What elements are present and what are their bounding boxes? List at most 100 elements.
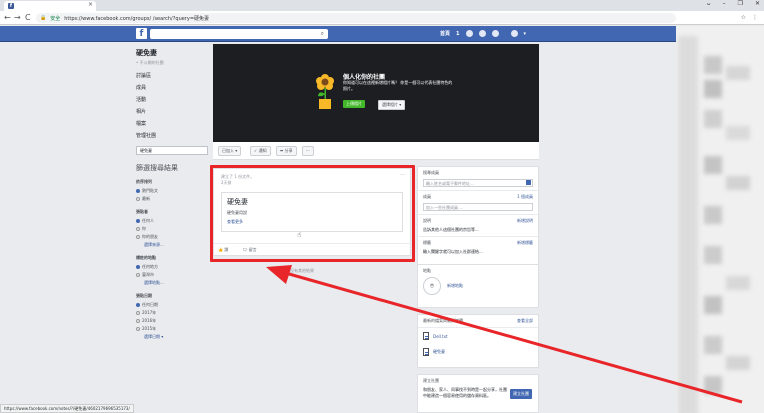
nav-members[interactable]: 成員 <box>136 82 208 94</box>
member-search-placeholder: 輸入姓名或電子郵件地址... <box>426 181 474 186</box>
window-maximize-icon[interactable]: ❐ <box>738 0 743 7</box>
file-item[interactable]: 硬免妻 <box>418 344 538 360</box>
group-privacy: • 不公開的社團 <box>136 60 164 65</box>
filter-heading: 標註的地點 <box>136 255 156 260</box>
radio-icon[interactable] <box>136 311 140 315</box>
back-icon[interactable]: ← <box>4 13 11 22</box>
radio-icon[interactable] <box>136 197 140 201</box>
more-button[interactable]: ··· <box>302 146 314 156</box>
nav-discussion[interactable]: 討論區 <box>136 70 208 82</box>
share-button[interactable]: ➦ 分享 <box>276 146 297 156</box>
upload-photo-button[interactable]: 上傳相片 <box>343 100 365 108</box>
member-search-row: 搜尋成員 輸入姓名或電子郵件地址... <box>418 167 538 191</box>
reload-icon[interactable]: C <box>25 13 31 22</box>
filter-heading: 依序排列 <box>136 179 152 184</box>
filter-option-label: 2017年 <box>142 310 157 315</box>
filter-option[interactable]: 熱門貼文 <box>136 187 208 195</box>
location-label: 地點 <box>423 268 431 273</box>
radio-icon[interactable] <box>136 303 140 307</box>
filter-option-label: 任何地方 <box>142 264 158 269</box>
filter-group: 依序排列熱門貼文 最新 <box>136 179 208 203</box>
radio-icon[interactable] <box>136 219 140 223</box>
notifications-icon[interactable] <box>491 30 499 37</box>
add-tags-link[interactable]: 新增標籤 <box>517 240 533 246</box>
filter-option-label: 選擇日期 ▾ <box>144 334 164 339</box>
create-group-button[interactable]: 建立社團 <box>510 389 532 399</box>
group-search-input[interactable]: 硬免妻 <box>136 146 208 155</box>
radio-icon[interactable] <box>136 265 140 269</box>
member-search-label: 搜尋成員 <box>423 170 439 175</box>
members-box: 搜尋成員 輸入姓名或電子郵件地址... 成員 1 個成員 加入一些社團成員 ..… <box>417 166 539 266</box>
help-icon[interactable] <box>510 30 518 37</box>
location-box: 地點 ⌾ 新增地點 <box>417 264 539 308</box>
search-icon[interactable]: ⌕ <box>321 30 324 38</box>
filter-option[interactable]: 選擇日期 ▾ <box>136 333 208 341</box>
radio-icon[interactable] <box>136 273 140 277</box>
document-icon <box>423 348 429 356</box>
nav-files[interactable]: 檔案 <box>136 118 208 130</box>
facebook-search-input[interactable]: ⌕ <box>150 29 328 39</box>
nav-photos[interactable]: 相片 <box>136 106 208 118</box>
radio-icon[interactable] <box>136 319 140 323</box>
flower-illustration-icon <box>316 74 334 109</box>
filter-option[interactable]: 選擇來源... <box>136 241 208 249</box>
group-name[interactable]: 硬免妻 <box>136 48 208 58</box>
highlight-box <box>210 165 415 262</box>
radio-icon[interactable] <box>136 227 140 231</box>
nav-manage-group[interactable]: 管理社團 <box>136 130 208 142</box>
account-menu-icon[interactable]: ▾ <box>524 31 527 37</box>
filter-option[interactable]: 你 <box>136 225 208 233</box>
browser-menu-icon[interactable]: ⋮ <box>752 14 758 21</box>
facebook-logo-icon[interactable]: f <box>136 28 147 39</box>
filter-option[interactable]: 選擇地點... <box>136 279 208 287</box>
filters: 依序排列 熱門貼文 最新 張貼者 任何人你你的朋友 選擇來源... 標註的地點 任何地方 臺灣市… <box>136 179 208 341</box>
add-description-link[interactable]: 新增說明 <box>517 218 533 224</box>
filter-option[interactable]: 臺灣市 <box>136 271 208 279</box>
file-name[interactable]: Dell.txt <box>433 334 448 339</box>
create-group-row: 建立社團 和朋友、家人、同事找不到時是一起分享，社團中能建造一個容易使用的儲存資… <box>418 375 538 402</box>
add-member-input[interactable]: 加入一些社團成員 ... <box>423 203 533 211</box>
home-link[interactable]: 首頁 <box>440 30 450 37</box>
file-item[interactable]: Dell.txt <box>418 328 538 344</box>
filter-option[interactable]: 最新 <box>136 195 208 203</box>
window-user-icon[interactable]: ᴗ <box>707 0 711 7</box>
filter-option-label: 你的朋友 <box>142 234 158 239</box>
see-all-files-link[interactable]: 查看全部 <box>517 318 533 324</box>
joined-button[interactable]: 已加入 ▾ <box>218 146 242 156</box>
filter-option[interactable]: 2016年 <box>136 317 208 325</box>
filter-option[interactable]: 2017年 <box>136 309 208 317</box>
member-search-input[interactable]: 輸入姓名或電子郵件地址... <box>423 179 533 187</box>
filter-option[interactable]: 任何人 <box>136 217 208 225</box>
filter-option[interactable]: 你的朋友 <box>136 233 208 241</box>
search-icon[interactable] <box>526 180 531 185</box>
filter-option[interactable]: 2015年 <box>136 325 208 333</box>
choose-photo-button[interactable]: 選擇相片 ▾ <box>378 100 406 110</box>
tags-row: 標籤 新增標籤 輸入關鍵字就可以加入社群連結... <box>418 237 538 258</box>
friend-requests-icon[interactable] <box>465 30 473 37</box>
filter-option[interactable]: 任何日期 <box>136 301 208 309</box>
url-input[interactable]: 🔒 安全 https://www.facebook.com/groups/ /s… <box>36 13 676 23</box>
radio-icon[interactable] <box>136 189 140 193</box>
filter-option-label: 最新 <box>142 196 150 201</box>
radio-icon[interactable] <box>136 235 140 239</box>
window-minimize-icon[interactable]: – <box>723 0 726 7</box>
notifications-button[interactable]: ✓ 通知 <box>250 146 271 156</box>
map-pin-icon: ⌾ <box>423 277 441 295</box>
secure-label: 安全 <box>50 15 61 22</box>
add-location-link[interactable]: 新增地點 <box>447 283 463 289</box>
file-name[interactable]: 硬免妻 <box>433 349 445 355</box>
forward-icon[interactable]: → <box>14 13 21 22</box>
browser-tab[interactable]: f × <box>4 1 96 11</box>
filter-option-label: 你 <box>142 226 146 231</box>
tab-close-icon[interactable]: × <box>88 1 93 8</box>
lock-icon: 🔒 <box>40 15 47 21</box>
members-count-link[interactable]: 1 個成員 <box>517 194 533 200</box>
filter-option[interactable]: 任何地方 <box>136 263 208 271</box>
messages-icon[interactable] <box>478 30 486 37</box>
facebook-header-right: 首頁 1 ▾ <box>440 30 526 37</box>
nav-events[interactable]: 活動 <box>136 94 208 106</box>
radio-icon[interactable] <box>136 327 140 331</box>
bookmark-star-icon[interactable]: ☆ <box>741 14 746 21</box>
window-close-icon[interactable]: ✕ <box>755 0 760 7</box>
filter-option-label: 選擇來源... <box>144 242 164 247</box>
